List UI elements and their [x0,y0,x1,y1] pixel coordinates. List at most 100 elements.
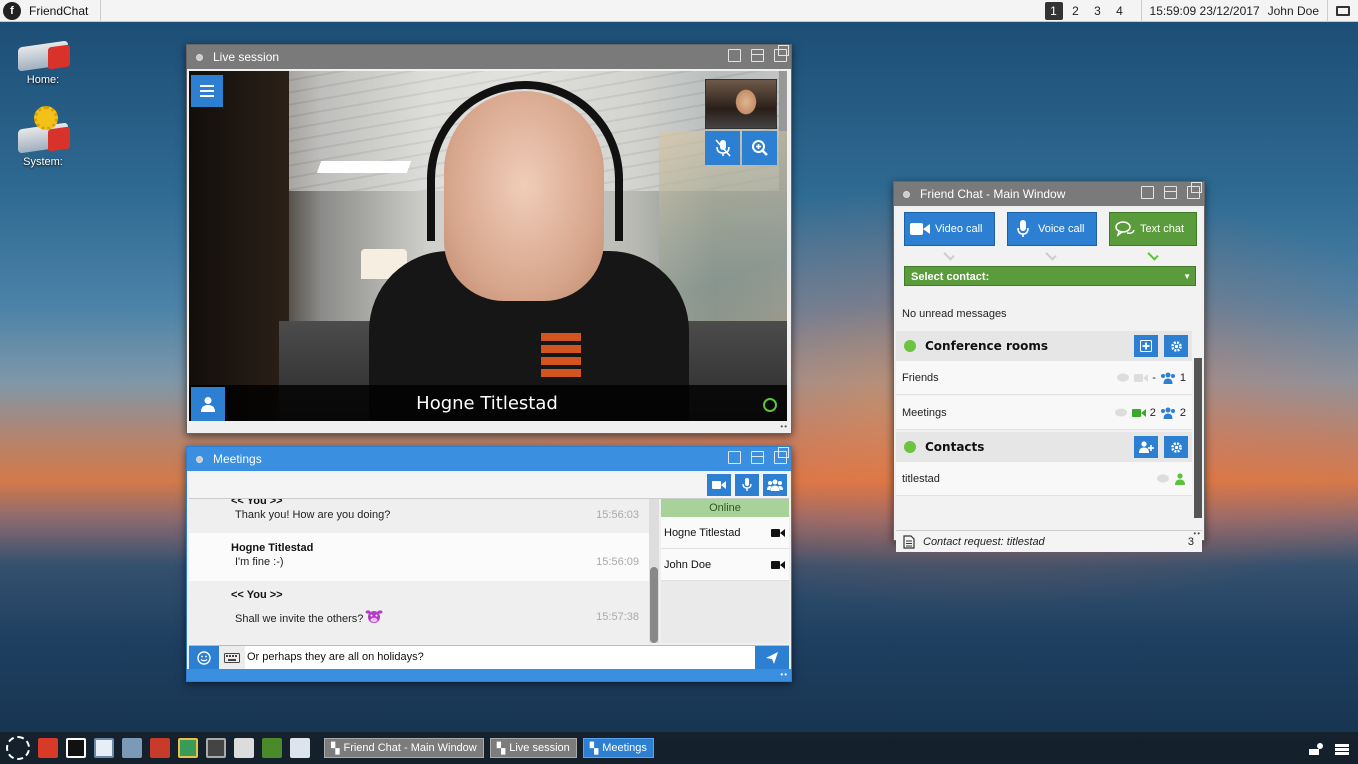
participants-icon[interactable] [763,474,787,496]
clock: 15:59:09 23/12/2017 [1140,0,1260,22]
online-user[interactable]: Hogne Titlestad [661,517,789,549]
resize-handle[interactable]: •• [780,670,788,679]
calculator-icon[interactable] [234,738,254,758]
minimize-icon[interactable] [728,49,741,62]
system-drive-icon [16,106,70,154]
send-icon[interactable] [755,646,789,670]
storage-icon[interactable] [1334,742,1350,756]
room-row[interactable]: Friends - 1 [896,361,1192,395]
window-dot-icon[interactable] [903,190,910,198]
zoom-in-icon[interactable] [742,131,777,165]
task-label: Friend Chat - Main Window [343,742,477,754]
user-name[interactable]: John Doe [1268,0,1328,22]
app-icon: ▚ [589,742,599,755]
emoji-icon[interactable] [189,646,219,670]
status-dot-icon [904,340,916,352]
room-name: Meetings [902,406,947,419]
tools-icon[interactable] [122,738,142,758]
active-app-name: FriendChat [29,0,102,22]
contact-request-bar[interactable]: Contact request: titlestad 3 [896,530,1202,552]
media-player-icon[interactable] [206,738,226,758]
window-dot-icon[interactable] [196,455,203,463]
workspace-3[interactable]: 3 [1089,2,1107,20]
workspace-2[interactable]: 2 [1067,2,1085,20]
online-user[interactable]: John Doe [661,549,789,581]
add-room-button[interactable] [1134,335,1158,357]
maximize-icon[interactable] [751,451,764,464]
unread-messages: No unread messages [902,308,1007,320]
restore-icon[interactable] [774,447,789,464]
chat-input[interactable]: Or perhaps they are all on holidays? [247,651,424,663]
caller-name: Hogne Titlestad [416,393,558,414]
restore-icon[interactable] [1187,182,1202,199]
mute-mic-icon[interactable] [705,131,740,165]
video-call-icon[interactable] [707,474,731,496]
voice-call-button[interactable]: Voice call [1007,212,1097,246]
main-window-body: Video call Voice call Text chat Select c… [896,208,1202,552]
notes-icon[interactable] [38,738,58,758]
text-chat-button[interactable]: Text chat [1109,212,1197,246]
voice-call-icon[interactable] [735,474,759,496]
chat-scrollbar[interactable] [649,499,659,643]
video-call-label: Video call [935,223,983,235]
task-main-window[interactable]: ▚ Friend Chat - Main Window [324,738,484,758]
minimize-icon[interactable] [1141,186,1154,199]
self-video-thumbnail [705,79,777,129]
select-contact-dropdown[interactable]: Select contact: ▼ [904,266,1196,286]
resize-handle[interactable]: •• [780,422,788,431]
minimize-icon[interactable] [728,451,741,464]
desktop-icon-home[interactable]: Home: [8,36,78,86]
resize-handle[interactable]: •• [1193,529,1201,538]
menu-icon[interactable] [191,75,223,107]
contact-row[interactable]: titlestad [896,462,1192,496]
drive-icon [16,36,70,72]
video-call-button[interactable]: Video call [904,212,995,246]
video-camera-icon [1134,373,1149,382]
terminal-icon[interactable] [66,738,86,758]
desktop-icon-system[interactable]: System: [8,106,78,168]
cow-emoji-icon [365,607,383,628]
message-sender: << You >> [231,589,283,601]
keyboard-icon[interactable] [219,646,245,670]
friend-app-icon[interactable] [94,738,114,758]
workspace-4[interactable]: 4 [1111,2,1129,20]
game-icon[interactable] [262,738,282,758]
pdf-viewer-icon[interactable] [150,738,170,758]
contact-settings-button[interactable] [1164,436,1188,458]
video-camera-icon [905,222,935,236]
window-titlebar[interactable]: Live session [187,45,791,69]
maximize-icon[interactable] [751,49,764,62]
start-menu-icon[interactable] [6,736,30,760]
window-titlebar[interactable]: Meetings [187,447,791,471]
network-icon[interactable] [1308,742,1324,756]
contact-request-text: Contact request: titlestad [923,535,1045,548]
document-icon[interactable] [290,738,310,758]
room-settings-button[interactable] [1164,335,1188,357]
restore-icon[interactable] [774,45,789,62]
friend-logo-icon[interactable]: f [3,1,21,20]
chat-bubble-icon [1117,373,1130,381]
screen-icon[interactable] [1328,0,1358,22]
main-window-scrollbar[interactable] [1194,358,1202,518]
maximize-icon[interactable] [1164,186,1177,199]
room-row[interactable]: Meetings 2 2 [896,396,1192,430]
window-dot-icon[interactable] [196,53,203,61]
task-meetings[interactable]: ▚ Meetings [582,738,654,758]
online-header: Online [661,499,789,517]
room-name: Friends [902,371,939,384]
room-video-count: 2 [1149,406,1156,419]
chat-message: << You >> Thank you! How are you doing? … [189,499,649,533]
live-session-window: Live session Hogne Titlestad •• [186,44,792,434]
add-contact-button[interactable] [1134,436,1158,458]
status-dot-icon [904,441,916,453]
main-window: Friend Chat - Main Window Video call Voi… [893,181,1205,552]
contact-online-icon [1175,472,1185,485]
window-titlebar[interactable]: Friend Chat - Main Window [894,182,1204,206]
plus-square-icon [1140,340,1152,352]
task-live-session[interactable]: ▚ Live session [489,738,577,758]
top-bar-right: 1 2 3 4 15:59:09 23/12/2017 John Doe [1044,0,1358,22]
presentation-icon[interactable] [178,738,198,758]
scroll-thumb[interactable] [650,567,658,643]
workspace-1[interactable]: 1 [1044,2,1063,20]
chevron-down-icon [943,249,955,261]
